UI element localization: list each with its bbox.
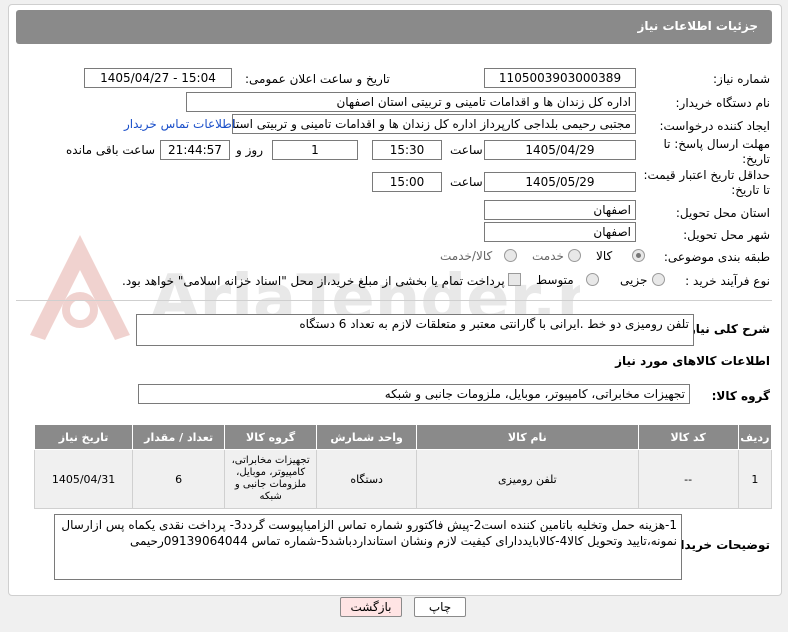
col-qty: تعداد / مقدار bbox=[132, 424, 226, 450]
col-name: نام کالا bbox=[416, 424, 639, 450]
reply-deadline-label-1: مهلت ارسال پاسخ: تا bbox=[663, 137, 770, 151]
process-option-medium: متوسط bbox=[536, 273, 574, 287]
reply-time-field: 15:30 bbox=[372, 140, 442, 160]
cell-date: 1405/04/31 bbox=[33, 449, 134, 509]
process-radio-minor[interactable] bbox=[652, 273, 665, 286]
requester-label: ایجاد کننده درخواست: bbox=[659, 119, 770, 133]
col-row: ردیف bbox=[737, 424, 773, 450]
city-label: شهر محل تحویل: bbox=[683, 228, 770, 242]
col-code: کد کالا bbox=[637, 424, 739, 450]
print-button[interactable]: چاپ bbox=[414, 597, 466, 617]
category-option-goods-service: کالا/خدمت bbox=[440, 249, 493, 263]
province-field: اصفهان bbox=[484, 200, 636, 220]
need-number-label: شماره نیاز: bbox=[713, 72, 770, 86]
requester-field: مجتبی رحیمی بلداجی کارپرداز اداره کل زند… bbox=[232, 114, 636, 134]
category-label: طبقه بندی موضوعی: bbox=[663, 250, 770, 264]
treasury-payment-text: پرداخت تمام یا بخشی از مبلغ خرید،از محل … bbox=[122, 274, 505, 288]
category-radio-goods[interactable] bbox=[632, 249, 645, 262]
price-validity-label-1: حداقل تاریخ اعتبار قیمت: bbox=[643, 168, 770, 182]
buyer-notes-label: توضیحات خریدار: bbox=[668, 538, 770, 552]
need-number-field: 1105003903000389 bbox=[484, 68, 636, 88]
buyer-notes-field[interactable]: 1-هزینه حمل وتخلیه باتامین کننده است2-پی… bbox=[54, 514, 682, 580]
cell-code: -- bbox=[637, 449, 739, 509]
table-row[interactable]: 1 -- تلفن رومیزی دستگاه تجهیزات مخابراتی… bbox=[33, 449, 773, 509]
cell-unit: دستگاه bbox=[316, 449, 418, 509]
province-label: استان محل تحویل: bbox=[675, 206, 770, 220]
process-option-minor: جزیی bbox=[620, 273, 648, 287]
cell-row: 1 bbox=[737, 449, 773, 509]
description-label: شرح کلی نیاز: bbox=[684, 322, 770, 336]
days-field: 1 bbox=[272, 140, 358, 160]
col-unit: واحد شمارش bbox=[316, 424, 418, 450]
section-divider bbox=[16, 300, 772, 301]
description-field[interactable]: تلفن رومیزی دو خط .ایرانی با گارانتی معت… bbox=[136, 314, 694, 346]
remaining-label: ساعت باقی مانده bbox=[66, 143, 156, 157]
process-label: نوع فرآیند خرید : bbox=[685, 274, 770, 288]
buyer-org-label: نام دستگاه خریدار: bbox=[675, 96, 771, 110]
category-option-goods: کالا bbox=[596, 249, 613, 263]
cell-name: تلفن رومیزی bbox=[416, 449, 639, 509]
price-validity-time-field: 15:00 bbox=[372, 172, 442, 192]
col-group: گروه کالا bbox=[224, 424, 318, 450]
col-date: تاریخ نیاز bbox=[33, 424, 134, 450]
price-validity-date-field: 1405/05/29 bbox=[484, 172, 636, 192]
buyer-org-field: اداره کل زندان ها و اقدامات تامینی و ترب… bbox=[186, 92, 636, 112]
page-title: جزئیات اطلاعات نیاز bbox=[637, 19, 758, 33]
goods-info-title: اطلاعات کالاهای مورد نیاز bbox=[615, 354, 770, 368]
days-label: روز و bbox=[236, 143, 263, 157]
items-table-header: ردیف کد کالا نام کالا واحد شمارش گروه کا… bbox=[33, 424, 773, 450]
buyer-contact-link[interactable]: اطلاعات تماس خریدار bbox=[124, 117, 235, 131]
goods-group-label: گروه کالا: bbox=[711, 389, 770, 403]
treasury-checkbox[interactable] bbox=[508, 273, 521, 286]
goods-group-field: تجهیزات مخابراتی، کامپیوتر، موبایل، ملزو… bbox=[138, 384, 690, 404]
category-radio-service[interactable] bbox=[568, 249, 581, 262]
page-header: جزئیات اطلاعات نیاز bbox=[16, 10, 772, 44]
price-validity-label-2: تا تاریخ: bbox=[731, 183, 770, 197]
reply-time-label: ساعت bbox=[450, 143, 483, 157]
announce-field: 1405/04/27 - 15:04 bbox=[84, 68, 232, 88]
price-validity-time-label: ساعت bbox=[450, 175, 483, 189]
cell-group: تجهیزات مخابراتی، کامپیوتر، موبایل، ملزو… bbox=[224, 449, 318, 509]
back-button[interactable]: بازگشت bbox=[340, 597, 402, 617]
category-radio-goods-service[interactable] bbox=[504, 249, 517, 262]
remaining-time-field: 21:44:57 bbox=[160, 140, 230, 160]
city-field: اصفهان bbox=[484, 222, 636, 242]
process-radio-medium[interactable] bbox=[586, 273, 599, 286]
category-option-service: خدمت bbox=[532, 249, 564, 263]
reply-deadline-label-2: تاریخ: bbox=[742, 152, 770, 166]
announce-label: تاریخ و ساعت اعلان عمومی: bbox=[245, 72, 390, 86]
items-table: ردیف کد کالا نام کالا واحد شمارش گروه کا… bbox=[33, 424, 773, 509]
reply-date-field: 1405/04/29 bbox=[484, 140, 636, 160]
cell-qty: 6 bbox=[132, 449, 226, 509]
